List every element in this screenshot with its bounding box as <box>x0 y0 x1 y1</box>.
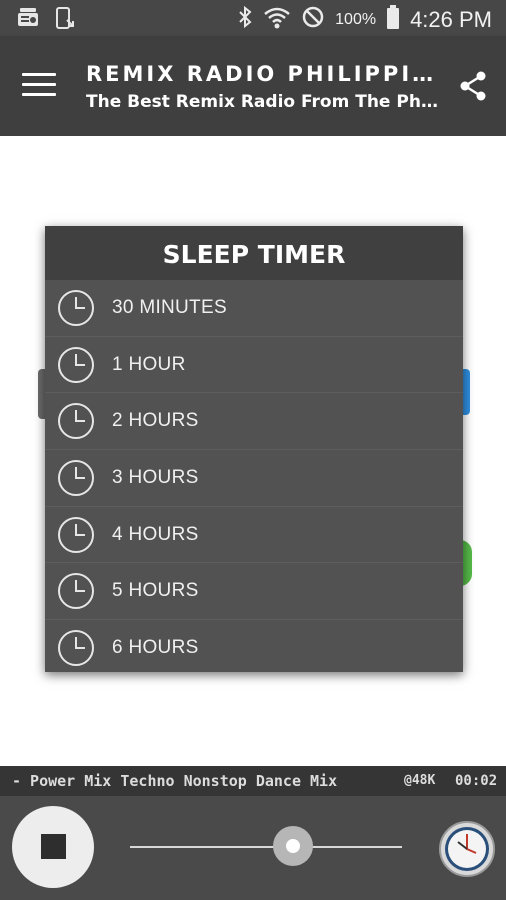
stop-icon <box>41 834 66 859</box>
sleep-option-1-hour[interactable]: 1 HOUR <box>45 337 463 394</box>
player-bar <box>0 796 506 900</box>
volume-slider-track[interactable] <box>130 846 402 848</box>
clock-time: 4:26 PM <box>410 7 492 32</box>
bitrate-label: @48K <box>404 773 436 788</box>
sleep-option-6-hours[interactable]: 6 HOURS <box>45 620 463 676</box>
option-label: 4 HOURS <box>112 523 199 545</box>
option-label: 6 HOURS <box>112 637 199 659</box>
sleep-option-4-hours[interactable]: 4 HOURS <box>45 507 463 564</box>
status-bar: 100% 4:26 PM <box>0 0 506 36</box>
clock-icon <box>58 630 94 667</box>
sleep-option-3-hours[interactable]: 3 HOURS <box>45 450 463 507</box>
sleep-timer-dialog: SLEEP TIMER 30 MINUTES 1 HOUR 2 HOURS 3 … <box>45 226 463 672</box>
stop-button[interactable] <box>12 806 94 888</box>
clock-icon <box>58 290 94 326</box>
clock-icon <box>58 460 94 497</box>
battery-percent: 100% <box>335 11 377 28</box>
radio-notification-icon <box>16 6 40 35</box>
clock-icon <box>58 346 94 383</box>
sleep-timer-button[interactable] <box>438 820 496 878</box>
elapsed-time: 00:02 <box>455 773 498 789</box>
now-playing-text: - Power Mix Techno Nonstop Dance Mix <box>12 772 338 790</box>
clock-icon <box>58 573 94 610</box>
share-button[interactable] <box>458 70 488 102</box>
sleep-option-30-minutes[interactable]: 30 MINUTES <box>45 280 463 337</box>
option-label: 30 MINUTES <box>112 297 227 318</box>
option-label: 1 HOUR <box>112 353 186 375</box>
do-not-disturb-icon <box>301 5 325 35</box>
wifi-icon <box>263 5 291 35</box>
phone-notification-icon <box>54 6 76 35</box>
app-title: REMIX RADIO PHILIPPINES <box>86 62 438 86</box>
share-icon <box>460 71 486 101</box>
volume-slider-thumb[interactable] <box>273 826 314 866</box>
option-label: 3 HOURS <box>112 467 199 489</box>
dialog-title: SLEEP TIMER <box>45 226 463 280</box>
clock-icon <box>58 403 94 440</box>
now-playing-ticker: - Power Mix Techno Nonstop Dance Mix @48… <box>0 766 506 796</box>
option-label: 2 HOURS <box>112 410 199 432</box>
menu-icon <box>22 73 56 76</box>
alarm-clock-icon <box>439 821 495 877</box>
battery-icon <box>386 4 400 36</box>
sleep-option-5-hours[interactable]: 5 HOURS <box>45 563 463 621</box>
clock-icon <box>58 516 94 553</box>
menu-button[interactable] <box>22 73 56 99</box>
bluetooth-icon <box>237 5 253 35</box>
app-bar: REMIX RADIO PHILIPPINES The Best Remix R… <box>0 36 506 136</box>
option-label: 5 HOURS <box>112 580 199 602</box>
sleep-option-2-hours[interactable]: 2 HOURS <box>45 393 463 451</box>
app-subtitle: The Best Remix Radio From The Philippine… <box>86 92 438 112</box>
